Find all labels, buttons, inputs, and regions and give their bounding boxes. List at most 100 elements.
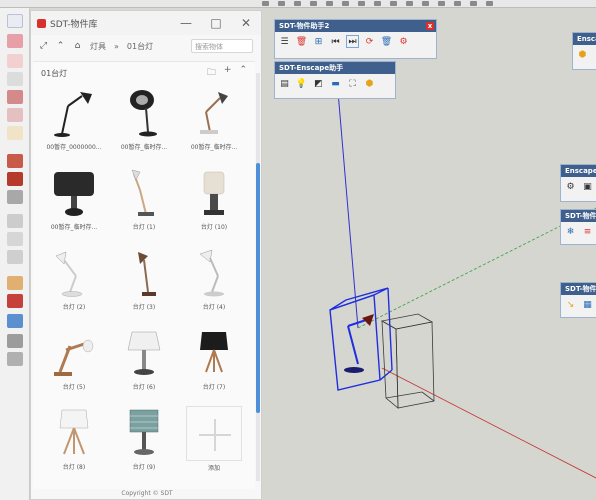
list-icon[interactable]: ☰ (278, 35, 291, 48)
list-item[interactable]: 00暂存_临时存... (109, 86, 179, 152)
toolbar-title[interactable]: SDT-物件助手2 x (275, 20, 436, 32)
snowflake-icon[interactable]: ❄ (564, 225, 577, 238)
list-item[interactable]: 台灯 (5) (39, 326, 109, 392)
walk-tool-icon[interactable] (7, 334, 23, 348)
toolbar-icon[interactable] (358, 1, 365, 6)
close-button[interactable]: ✕ (231, 11, 261, 35)
list-item[interactable]: 台灯 (9) (109, 406, 179, 472)
move-tool-icon[interactable] (7, 172, 23, 186)
trash-blue-icon[interactable]: 🗑 (380, 35, 393, 48)
close-button[interactable]: x (426, 22, 434, 30)
toolbar-icon[interactable] (294, 1, 301, 6)
toolbar-icon[interactable] (486, 1, 493, 6)
toolbar-title[interactable]: SDT-Enscape助手 (275, 62, 395, 74)
toolbar-icon[interactable] (310, 1, 317, 6)
library-scrollbar[interactable] (256, 73, 260, 481)
item-label: 台灯 (7) (202, 384, 226, 391)
model-viewport[interactable]: SDT-物件助手2 x ☰ 🗑 ⊞ ⏮ ⏭ ⟳ 🗑 ⚙ SDT-Enscape助… (262, 8, 596, 500)
delete-red-icon[interactable]: 🗑 (295, 35, 308, 48)
hexagon-icon[interactable]: ⬢ (363, 77, 376, 90)
list-item[interactable]: 台灯 (10) (179, 166, 249, 232)
contrast-icon[interactable]: ◩ (312, 77, 325, 90)
refresh-icon[interactable]: ⟳ (363, 35, 376, 48)
rotate-tool-icon[interactable] (7, 190, 23, 204)
circle-tool-icon[interactable] (7, 108, 23, 122)
eraser-tool-icon[interactable] (7, 34, 23, 48)
select-tool-icon[interactable] (7, 14, 23, 28)
breadcrumb-current[interactable]: 01台灯 (127, 41, 153, 52)
toolbar-icon[interactable] (422, 1, 429, 6)
section-tool-icon[interactable] (7, 352, 23, 366)
list-item[interactable]: 台灯 (8) (39, 406, 109, 472)
first-page-icon[interactable]: ⏮ (329, 35, 342, 48)
tape-tool-icon[interactable] (7, 214, 23, 228)
add-item-tile[interactable]: 添加 (179, 406, 249, 472)
settings-icon[interactable]: ⚙ (397, 35, 410, 48)
toolbar-title[interactable]: Enscape (561, 165, 596, 177)
home-icon[interactable]: ⌂ (73, 41, 82, 51)
list-item[interactable]: 台灯 (2) (39, 246, 109, 312)
pushpull-tool-icon[interactable] (7, 154, 23, 168)
toolbar-title[interactable]: SDT-物件 (561, 210, 596, 222)
list-item[interactable]: 00暂存_临时存... (179, 86, 249, 152)
list-item[interactable]: 00暂存_临时存... (39, 166, 109, 232)
list-item[interactable]: 台灯 (3) (109, 246, 179, 312)
maximize-button[interactable]: □ (201, 11, 231, 35)
light-bulb-icon[interactable]: 💡 (295, 77, 308, 90)
toolbar-icon[interactable] (470, 1, 477, 6)
folder-header[interactable]: 01台灯 🗀 + ⌃ (33, 62, 255, 84)
toolbar-icon[interactable] (262, 1, 269, 6)
text-tool-icon[interactable] (7, 250, 23, 264)
grid-tool-icon[interactable]: ▦ (581, 298, 594, 311)
enscape-logo-icon[interactable]: ⬢ (576, 48, 589, 61)
toolbar-icon[interactable] (342, 1, 349, 6)
list-item[interactable]: 台灯 (6) (109, 326, 179, 392)
toolbar-icon[interactable] (390, 1, 397, 6)
scroll-thumb[interactable] (256, 163, 260, 413)
add-icon[interactable] (186, 406, 242, 461)
align-icon[interactable]: ≡ (581, 225, 594, 238)
zoom-tool-icon[interactable] (7, 294, 23, 308)
expand-icon[interactable]: ⤢ (39, 41, 48, 51)
minimize-button[interactable]: — (171, 11, 201, 35)
item-label: 00暂存_临时存... (190, 144, 238, 151)
collapse-icon[interactable]: ⌃ (239, 65, 247, 81)
item-label: 台灯 (6) (132, 384, 156, 391)
paint-tool-icon[interactable] (7, 276, 23, 290)
enscape-view-icon[interactable]: ▣ (581, 180, 594, 193)
new-folder-icon[interactable]: 🗀 (207, 65, 216, 81)
line-tool-icon[interactable] (7, 72, 23, 86)
rectangle-tool-icon[interactable] (7, 90, 23, 104)
basket-icon[interactable]: ⊞ (312, 35, 325, 48)
enscape-toolbar: Enscape ⬢ ▶ (572, 32, 596, 70)
library-title-bar[interactable]: SDT-物件库 — □ ✕ (31, 11, 261, 35)
toolbar-icon[interactable] (374, 1, 381, 6)
dimension-tool-icon[interactable] (7, 232, 23, 246)
toolbar-title[interactable]: SDT-物件 (561, 283, 596, 295)
orbit-tool-icon[interactable] (7, 314, 23, 328)
list-item[interactable]: 台灯 (7) (179, 326, 249, 392)
last-page-icon[interactable]: ⏭ (346, 35, 359, 48)
enscape-settings-icon[interactable]: ⚙ (564, 180, 577, 193)
item-label: 台灯 (3) (132, 304, 156, 311)
document-icon[interactable]: ▤ (278, 77, 291, 90)
add-icon[interactable]: + (224, 65, 232, 81)
toolbar-icon[interactable] (454, 1, 461, 6)
freehand-tool-icon[interactable] (7, 54, 23, 68)
toolbar-icon[interactable] (326, 1, 333, 6)
toolbar-title[interactable]: Enscape (573, 33, 596, 45)
breadcrumb-root[interactable]: 灯具 (90, 41, 106, 52)
search-input[interactable]: 搜索物体 (191, 39, 253, 53)
chevron-up-icon[interactable]: ⌃ (56, 41, 65, 51)
lamp-model[interactable] (344, 314, 374, 373)
arrow-tool-icon[interactable]: ↘ (564, 298, 577, 311)
toolbar-icon[interactable] (438, 1, 445, 6)
list-item[interactable]: 台灯 (4) (179, 246, 249, 312)
arc-tool-icon[interactable] (7, 126, 23, 140)
toolbar-icon[interactable] (406, 1, 413, 6)
list-item[interactable]: 00暂存_0000000... (39, 86, 109, 152)
list-item[interactable]: 台灯 (1) (109, 166, 179, 232)
frame-icon[interactable]: ⛶ (346, 77, 359, 90)
toolbar-icon[interactable] (278, 1, 285, 6)
panel-icon[interactable]: ▬ (329, 77, 342, 90)
